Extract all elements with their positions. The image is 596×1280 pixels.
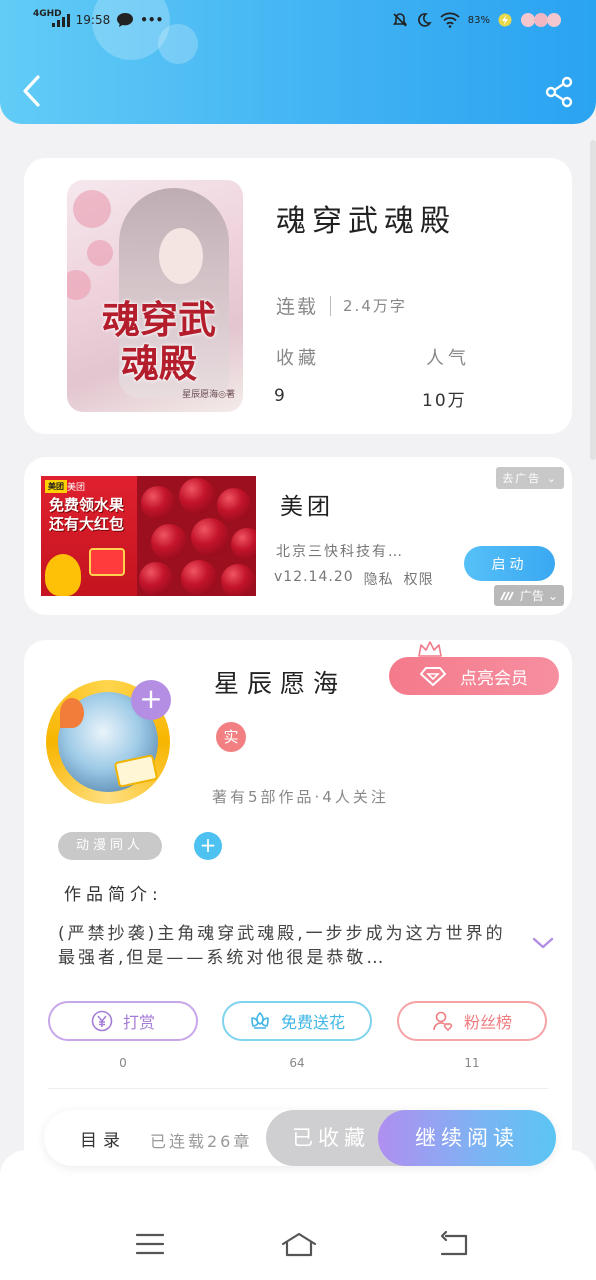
ad-version: v12.14.20 xyxy=(274,569,354,585)
favorites-value: 9 xyxy=(274,386,287,406)
moon-icon xyxy=(417,13,432,27)
ad-card[interactable]: 美团 美团 免费领水果 还有大红包 美团 北京三快科技有… v12.14.20 … xyxy=(24,457,572,615)
cover-author: 星辰愿海◎著 xyxy=(182,390,235,400)
add-tag-button[interactable]: + xyxy=(194,832,222,860)
author-name[interactable]: 星辰愿海 xyxy=(214,664,346,700)
menu-icon[interactable] xyxy=(134,1230,166,1258)
network-type: 4GHD xyxy=(33,9,62,19)
home-icon[interactable] xyxy=(280,1230,318,1258)
cherry xyxy=(231,528,256,560)
send-flower-button[interactable]: 免费送花 xyxy=(222,1001,372,1041)
follow-author-button[interactable]: + xyxy=(131,680,171,720)
ad-slogan-line: 免费领水果 xyxy=(49,496,125,514)
ad-meta: v12.14.20 隐私 权限 xyxy=(274,569,434,589)
ad-mascot xyxy=(45,554,81,596)
remove-ad-label: 去广告 xyxy=(502,472,542,485)
chapter-count[interactable]: 已连载26章 xyxy=(150,1128,252,1152)
cover-blossom xyxy=(73,190,111,228)
vip-label: 点亮会员 xyxy=(460,668,528,689)
reward-count: 0 xyxy=(119,1056,127,1070)
status-bar: 4GHD 19:58 ••• 83% xyxy=(0,0,596,46)
cherry xyxy=(141,486,175,520)
fan-ranking-label: 粉丝榜 xyxy=(463,1013,512,1032)
app-notification-icons xyxy=(521,13,561,27)
crown-icon xyxy=(418,641,442,657)
cherry xyxy=(217,488,251,522)
system-nav-bar xyxy=(0,1150,596,1280)
top-header: 4GHD 19:58 ••• 83% xyxy=(0,0,596,124)
flower-icon xyxy=(251,1012,269,1029)
ad-brand-tag: 美团 xyxy=(67,483,86,493)
wifi-icon xyxy=(440,12,460,28)
status-time: 19:58 xyxy=(75,13,111,27)
back-nav-icon[interactable] xyxy=(438,1230,470,1258)
cover-blossom xyxy=(67,270,91,300)
cherry xyxy=(139,562,173,596)
ad-app-name: 美团 xyxy=(280,494,334,520)
book-title: 魂穿武魂殿 xyxy=(276,204,456,239)
cherry xyxy=(221,564,255,596)
book-info-card: 魂穿武魂殿 星辰愿海◎著 魂穿武魂殿 连载 2.4万字 收藏 人气 9 10万 xyxy=(24,158,572,434)
cherry xyxy=(151,524,187,560)
yen-coin-icon xyxy=(91,1010,113,1032)
ad-privacy-link[interactable]: 隐私 xyxy=(364,569,394,589)
intro-label: 作品简介: xyxy=(64,885,163,905)
diamond-icon xyxy=(420,667,446,686)
serial-status: 连载 xyxy=(276,296,319,318)
fan-count: 11 xyxy=(464,1056,480,1070)
battery-percent: 83% xyxy=(467,14,490,26)
cover-blossom xyxy=(87,240,113,266)
status-divider xyxy=(330,295,332,316)
cover-character-face xyxy=(159,228,203,284)
ad-slogan-line: 还有大红包 xyxy=(49,515,125,533)
remove-ad-button[interactable]: 去广告 ⌄ xyxy=(496,467,564,489)
ad-label: 广告 xyxy=(519,589,544,603)
mute-icon xyxy=(392,13,407,27)
battery-charging-icon xyxy=(498,13,512,27)
back-button[interactable] xyxy=(20,74,46,108)
red-envelope-icon xyxy=(89,548,125,576)
reward-label: 打赏 xyxy=(122,1013,155,1032)
genre-tag[interactable]: 动漫同人 xyxy=(58,832,163,860)
fan-ranking-button[interactable]: 粉丝榜 xyxy=(397,1001,547,1041)
word-count: 2.4万字 xyxy=(343,297,407,315)
reward-button[interactable]: 打赏 xyxy=(48,1001,198,1041)
author-stats: 著有5部作品·4人关注 xyxy=(212,788,389,806)
favorites-label: 收藏 xyxy=(276,348,320,369)
cherry xyxy=(179,478,215,514)
bottom-action-bar: 目录 已连载26章 已收藏 继续阅读 xyxy=(44,1110,556,1166)
verified-badge: 实 xyxy=(216,722,246,752)
chevron-down-icon: ⌄ xyxy=(546,472,558,485)
send-flower-label: 免费送花 xyxy=(280,1013,345,1032)
chevron-down-icon: ⌄ xyxy=(547,588,558,603)
ad-permissions-link[interactable]: 权限 xyxy=(404,569,434,589)
scrollbar[interactable] xyxy=(590,140,596,460)
message-icon xyxy=(117,13,134,27)
table-of-contents-button[interactable]: 目录 xyxy=(80,1126,126,1151)
avatar-frame-leaf xyxy=(60,698,84,728)
ad-network-icon xyxy=(500,591,514,600)
book-cover[interactable]: 魂穿武魂殿 星辰愿海◎著 xyxy=(67,180,243,412)
cover-title: 魂穿武魂殿 xyxy=(101,297,216,386)
ad-brand-logo: 美团 xyxy=(45,480,67,493)
popularity-value: 10万 xyxy=(422,391,467,411)
launch-app-button[interactable]: 启动 xyxy=(464,546,555,581)
user-heart-icon xyxy=(433,1011,453,1032)
flower-count: 64 xyxy=(289,1056,305,1070)
ad-badge[interactable]: 广告 ⌄ xyxy=(493,585,564,606)
continue-reading-button[interactable]: 继续阅读 xyxy=(378,1110,556,1166)
ad-company: 北京三快科技有… xyxy=(276,544,404,560)
more-notifications: ••• xyxy=(140,13,164,27)
book-status-row: 连载 2.4万字 xyxy=(276,292,407,319)
intro-text[interactable]: (严禁抄袭)主角魂穿武魂殿,一步步成为这方世界的最强者,但是——系统对他很是恭敬… xyxy=(58,922,513,970)
divider xyxy=(48,1088,548,1089)
share-button[interactable] xyxy=(544,76,574,108)
cherry xyxy=(181,560,217,596)
expand-chevron-icon[interactable] xyxy=(532,936,554,950)
cherry xyxy=(191,518,229,556)
popularity-label: 人气 xyxy=(426,348,470,369)
ad-slogan: 免费领水果 还有大红包 xyxy=(49,496,124,534)
ad-image[interactable]: 美团 美团 免费领水果 还有大红包 xyxy=(41,476,256,596)
vip-button[interactable]: 点亮会员 xyxy=(389,657,559,695)
